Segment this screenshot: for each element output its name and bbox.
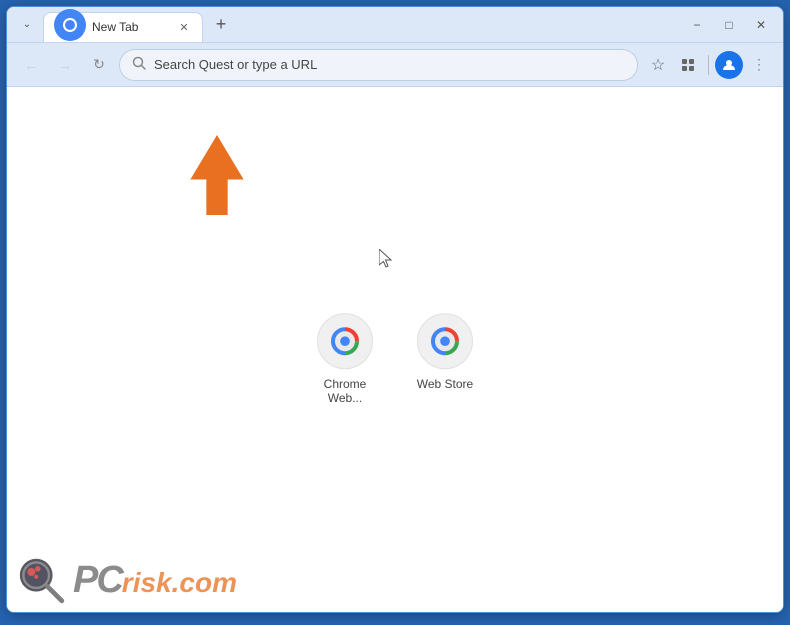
- tab-favicon: [54, 9, 86, 46]
- close-button[interactable]: ✕: [747, 11, 775, 39]
- active-tab[interactable]: New Tab ✕: [43, 12, 203, 42]
- shortcuts-area: Chrome Web...: [305, 313, 485, 405]
- window-controls: − □ ✕: [683, 11, 775, 39]
- refresh-button[interactable]: ↻: [85, 51, 113, 79]
- new-tab-button[interactable]: +: [207, 11, 235, 39]
- watermark-text-container: PC risk.com: [73, 559, 237, 602]
- minimize-button[interactable]: −: [683, 11, 711, 39]
- watermark-pc: PC: [73, 559, 122, 602]
- shortcut-chrome-web[interactable]: Chrome Web...: [305, 313, 385, 405]
- watermark-risk: risk.com: [122, 567, 237, 599]
- tab-bar: ⌄ New Tab ✕ +: [15, 8, 683, 42]
- tab-close-button[interactable]: ✕: [176, 19, 192, 35]
- shortcut-icon-web-store: [417, 313, 473, 369]
- shortcut-label-web-store: Web Store: [417, 377, 473, 391]
- address-bar[interactable]: Search Quest or type a URL: [119, 49, 638, 81]
- extensions-button[interactable]: [674, 51, 702, 79]
- forward-button[interactable]: →: [51, 51, 79, 79]
- navigation-bar: ← → ↻ Search Quest or type a URL ☆: [7, 43, 783, 87]
- shortcut-web-store[interactable]: Web Store: [405, 313, 485, 391]
- profile-button[interactable]: [715, 51, 743, 79]
- watermark: PC risk.com: [17, 556, 237, 604]
- back-button[interactable]: ←: [17, 51, 45, 79]
- tab-title: New Tab: [92, 20, 170, 34]
- address-text: Search Quest or type a URL: [154, 57, 625, 72]
- shortcut-label-chrome-web: Chrome Web...: [305, 377, 385, 405]
- tab-list-button[interactable]: ⌄: [15, 13, 39, 37]
- title-bar: ⌄ New Tab ✕ + − □ ✕: [7, 7, 783, 43]
- separator: [708, 55, 709, 75]
- browser-window: ⌄ New Tab ✕ + − □ ✕: [6, 6, 784, 613]
- bookmark-button[interactable]: ☆: [644, 51, 672, 79]
- menu-button[interactable]: ⋮: [745, 51, 773, 79]
- mouse-cursor: [379, 249, 395, 269]
- search-icon: [132, 56, 146, 73]
- content-area: Chrome Web...: [7, 87, 783, 612]
- maximize-button[interactable]: □: [715, 11, 743, 39]
- shortcut-icon-chrome-web: [317, 313, 373, 369]
- nav-right-buttons: ☆ ⋮: [644, 51, 773, 79]
